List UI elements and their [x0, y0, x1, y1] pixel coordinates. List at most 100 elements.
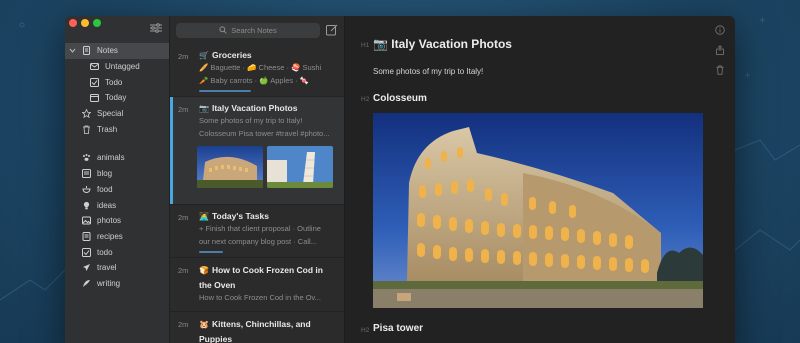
note-time: 2m: [178, 213, 189, 222]
sidebar-item-notes[interactable]: Notes: [65, 43, 169, 59]
tag-item-blog[interactable]: blog: [65, 166, 169, 182]
section-heading-colosseum: Colosseum: [373, 93, 427, 104]
note-item-kittens[interactable]: 2m 🐹 Kittens, Chinchillas, and Puppies: [170, 311, 344, 343]
note-title-text: Today's Tasks: [211, 211, 269, 221]
tag-item-todo[interactable]: todo: [65, 244, 169, 260]
note-time: 2m: [178, 105, 189, 114]
close-window-button[interactable]: [69, 19, 77, 27]
colosseum-thumbnail: [197, 146, 263, 188]
note-title: 📷 Italy Vacation Photos: [199, 102, 338, 115]
note-time: 2m: [178, 266, 189, 275]
food-icon: [82, 185, 91, 194]
note-title: 🧑‍💻 Today's Tasks: [199, 210, 338, 223]
note-preview-line: 🥖 Baguette · 🧀 Cheese · 🍣 Sushi: [199, 63, 322, 72]
note-paragraph: Some photos of my trip to Italy!: [373, 67, 484, 76]
tag-item-recipes[interactable]: recipes: [65, 229, 169, 245]
note-title-text: How to Cook Frozen Cod in the Oven: [199, 265, 323, 290]
sidebar-list: Notes Untagged Todo Today Special Trash: [65, 43, 169, 291]
sidebar-item-label: Special: [97, 109, 124, 119]
editor-toolbar: [715, 25, 725, 75]
sliders-icon[interactable]: [150, 23, 162, 33]
search-bar: Search Notes: [170, 16, 344, 44]
notes-icon: [82, 46, 91, 56]
note-heading: 📷 Italy Vacation Photos: [373, 37, 512, 51]
note-list-panel: Search Notes 2m 🛒 Groceries 🥖 Baguette · …: [170, 16, 345, 343]
tag-label: animals: [97, 153, 125, 163]
minimize-window-button[interactable]: [81, 19, 89, 27]
note-thumbnails: [197, 146, 338, 188]
sidebar-item-label: Trash: [97, 124, 118, 134]
sidebar-item-label: Today: [105, 93, 127, 103]
feather-icon: [82, 279, 91, 288]
tag-label: writing: [97, 278, 121, 288]
lightbulb-icon: [82, 201, 91, 210]
tag-label: food: [97, 184, 113, 194]
note-item-cod[interactable]: 2m 🍞 How to Cook Frozen Cod in the Oven H…: [170, 257, 344, 311]
note-title-text: Kittens, Chinchillas, and Puppies: [199, 319, 311, 343]
note-title-text: Groceries: [211, 50, 252, 60]
photo-icon: [82, 216, 91, 225]
tag-label: todo: [97, 247, 113, 257]
window-controls: [69, 19, 101, 27]
note-title: 🐹 Kittens, Chinchillas, and Puppies: [199, 317, 338, 343]
star-icon: [82, 109, 91, 119]
sidebar-item-special[interactable]: Special: [65, 106, 169, 122]
zoom-window-button[interactable]: [93, 19, 101, 27]
note-time: 2m: [178, 52, 189, 61]
note-title: 🍞 How to Cook Frozen Cod in the Oven: [199, 263, 338, 292]
tag-label: ideas: [97, 200, 117, 210]
tag-item-travel[interactable]: travel: [65, 260, 169, 276]
sidebar-item-trash[interactable]: Trash: [65, 121, 169, 137]
note-preview-line: Colosseum Pisa tower #travel #photo...: [199, 128, 330, 138]
note-emoji: 🐹: [199, 320, 209, 329]
tag-item-food[interactable]: food: [65, 182, 169, 198]
search-input[interactable]: Search Notes: [176, 22, 320, 38]
note-preview-line: our next company blog post · Call...: [199, 236, 317, 246]
note-item-tasks[interactable]: 2m 🧑‍💻 Today's Tasks + Finish that client…: [170, 204, 344, 257]
tag-label: photos: [97, 216, 122, 226]
app-window: Notes Untagged Todo Today Special Trash: [65, 16, 735, 343]
tag-label: blog: [97, 169, 113, 179]
plane-icon: [82, 263, 91, 272]
note-time: 2m: [178, 320, 189, 329]
note-preview-line: 🥕 Baby carrots · 🍏 Apples · 🍬: [199, 75, 310, 85]
heading-level-tag: H2: [361, 327, 370, 334]
paw-icon: [82, 153, 91, 162]
note-title-text: Italy Vacation Photos: [211, 103, 298, 113]
note-item-groceries[interactable]: 2m 🛒 Groceries 🥖 Baguette · 🧀 Cheese · 🍣 …: [170, 44, 344, 96]
note-emoji: 🍞: [199, 266, 209, 275]
info-icon[interactable]: [715, 25, 725, 35]
sidebar-item-label: Notes: [97, 46, 118, 56]
sidebar-item-label: Todo: [105, 77, 123, 87]
today-icon: [90, 93, 99, 103]
search-icon: [219, 26, 227, 34]
checkbox-icon: [82, 247, 91, 257]
sidebar-item-untagged[interactable]: Untagged: [65, 59, 169, 75]
search-placeholder: Search Notes: [231, 25, 277, 35]
share-icon[interactable]: [715, 45, 725, 55]
section-heading-pisa: Pisa tower: [373, 323, 424, 334]
colosseum-photo: [373, 113, 703, 308]
heading-level-tag: H2: [361, 96, 370, 103]
pisa-tower-thumbnail: [267, 146, 333, 188]
compose-note-icon[interactable]: [326, 24, 338, 36]
note-emoji: 🧑‍💻: [199, 212, 209, 221]
trash-icon[interactable]: [715, 65, 725, 75]
sidebar-item-label: Untagged: [105, 62, 140, 72]
todo-icon: [90, 77, 99, 87]
tag-item-writing[interactable]: writing: [65, 276, 169, 292]
sidebar-item-today[interactable]: Today: [65, 90, 169, 106]
tag-item-ideas[interactable]: ideas: [65, 197, 169, 213]
untagged-icon: [90, 62, 99, 71]
trash-icon: [82, 125, 91, 134]
note-progress-underline: [199, 251, 223, 253]
tag-label: travel: [97, 263, 117, 273]
note-editor[interactable]: H1 📷 Italy Vacation Photos Some photos o…: [345, 16, 735, 343]
recipe-icon: [82, 231, 91, 241]
note-emoji: 🛒: [199, 51, 209, 60]
tag-item-animals[interactable]: animals: [65, 150, 169, 166]
sidebar-item-todo[interactable]: Todo: [65, 74, 169, 90]
note-item-italy[interactable]: 2m 📷 Italy Vacation Photos Some photos of…: [170, 96, 344, 204]
tag-item-photos[interactable]: photos: [65, 213, 169, 229]
chevron-down-icon[interactable]: [69, 47, 76, 54]
